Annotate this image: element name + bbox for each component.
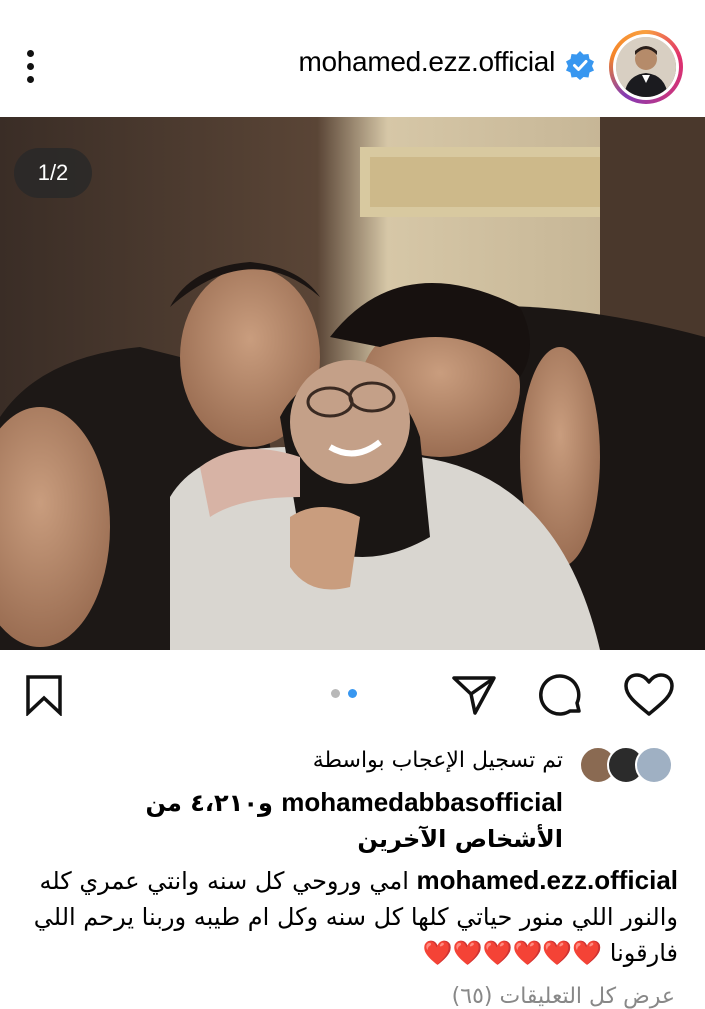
- heart-outline-icon[interactable]: [623, 672, 675, 718]
- liked-by-prefix: تم تسجيل الإعجاب بواسطة: [312, 748, 563, 773]
- post-author-username[interactable]: mohamed.ezz.official: [298, 46, 555, 78]
- carousel-dot-1: [331, 689, 340, 698]
- post-header: mohamed.ezz.official: [0, 0, 705, 117]
- liked-by-avatars[interactable]: [579, 746, 673, 784]
- post-photo[interactable]: [0, 117, 705, 650]
- caption-author[interactable]: mohamed.ezz.official: [417, 865, 679, 895]
- view-all-comments-link[interactable]: عرض كل التعليقات (٦٥): [452, 984, 675, 1009]
- more-options-icon[interactable]: [14, 44, 46, 88]
- slide-counter: 1/2: [14, 148, 92, 198]
- author-avatar[interactable]: [609, 30, 683, 104]
- carousel-dot-2: [348, 689, 357, 698]
- send-icon[interactable]: [451, 672, 497, 718]
- comment-icon[interactable]: [536, 671, 586, 721]
- bookmark-icon[interactable]: [24, 674, 64, 716]
- liker-avatar: [635, 746, 673, 784]
- liker-username[interactable]: mohamedabbasofficial: [281, 787, 563, 817]
- caption-hearts: ❤️❤️❤️❤️❤️❤️: [422, 939, 603, 967]
- liked-by-line[interactable]: mohamedabbasofficial و٤،٢١٠ من الأشخاص ا…: [43, 784, 563, 857]
- post-caption: mohamed.ezz.official امي وروحي كل سنه وا…: [26, 862, 678, 971]
- verified-badge-icon: [566, 51, 594, 80]
- carousel-indicator: [331, 689, 361, 699]
